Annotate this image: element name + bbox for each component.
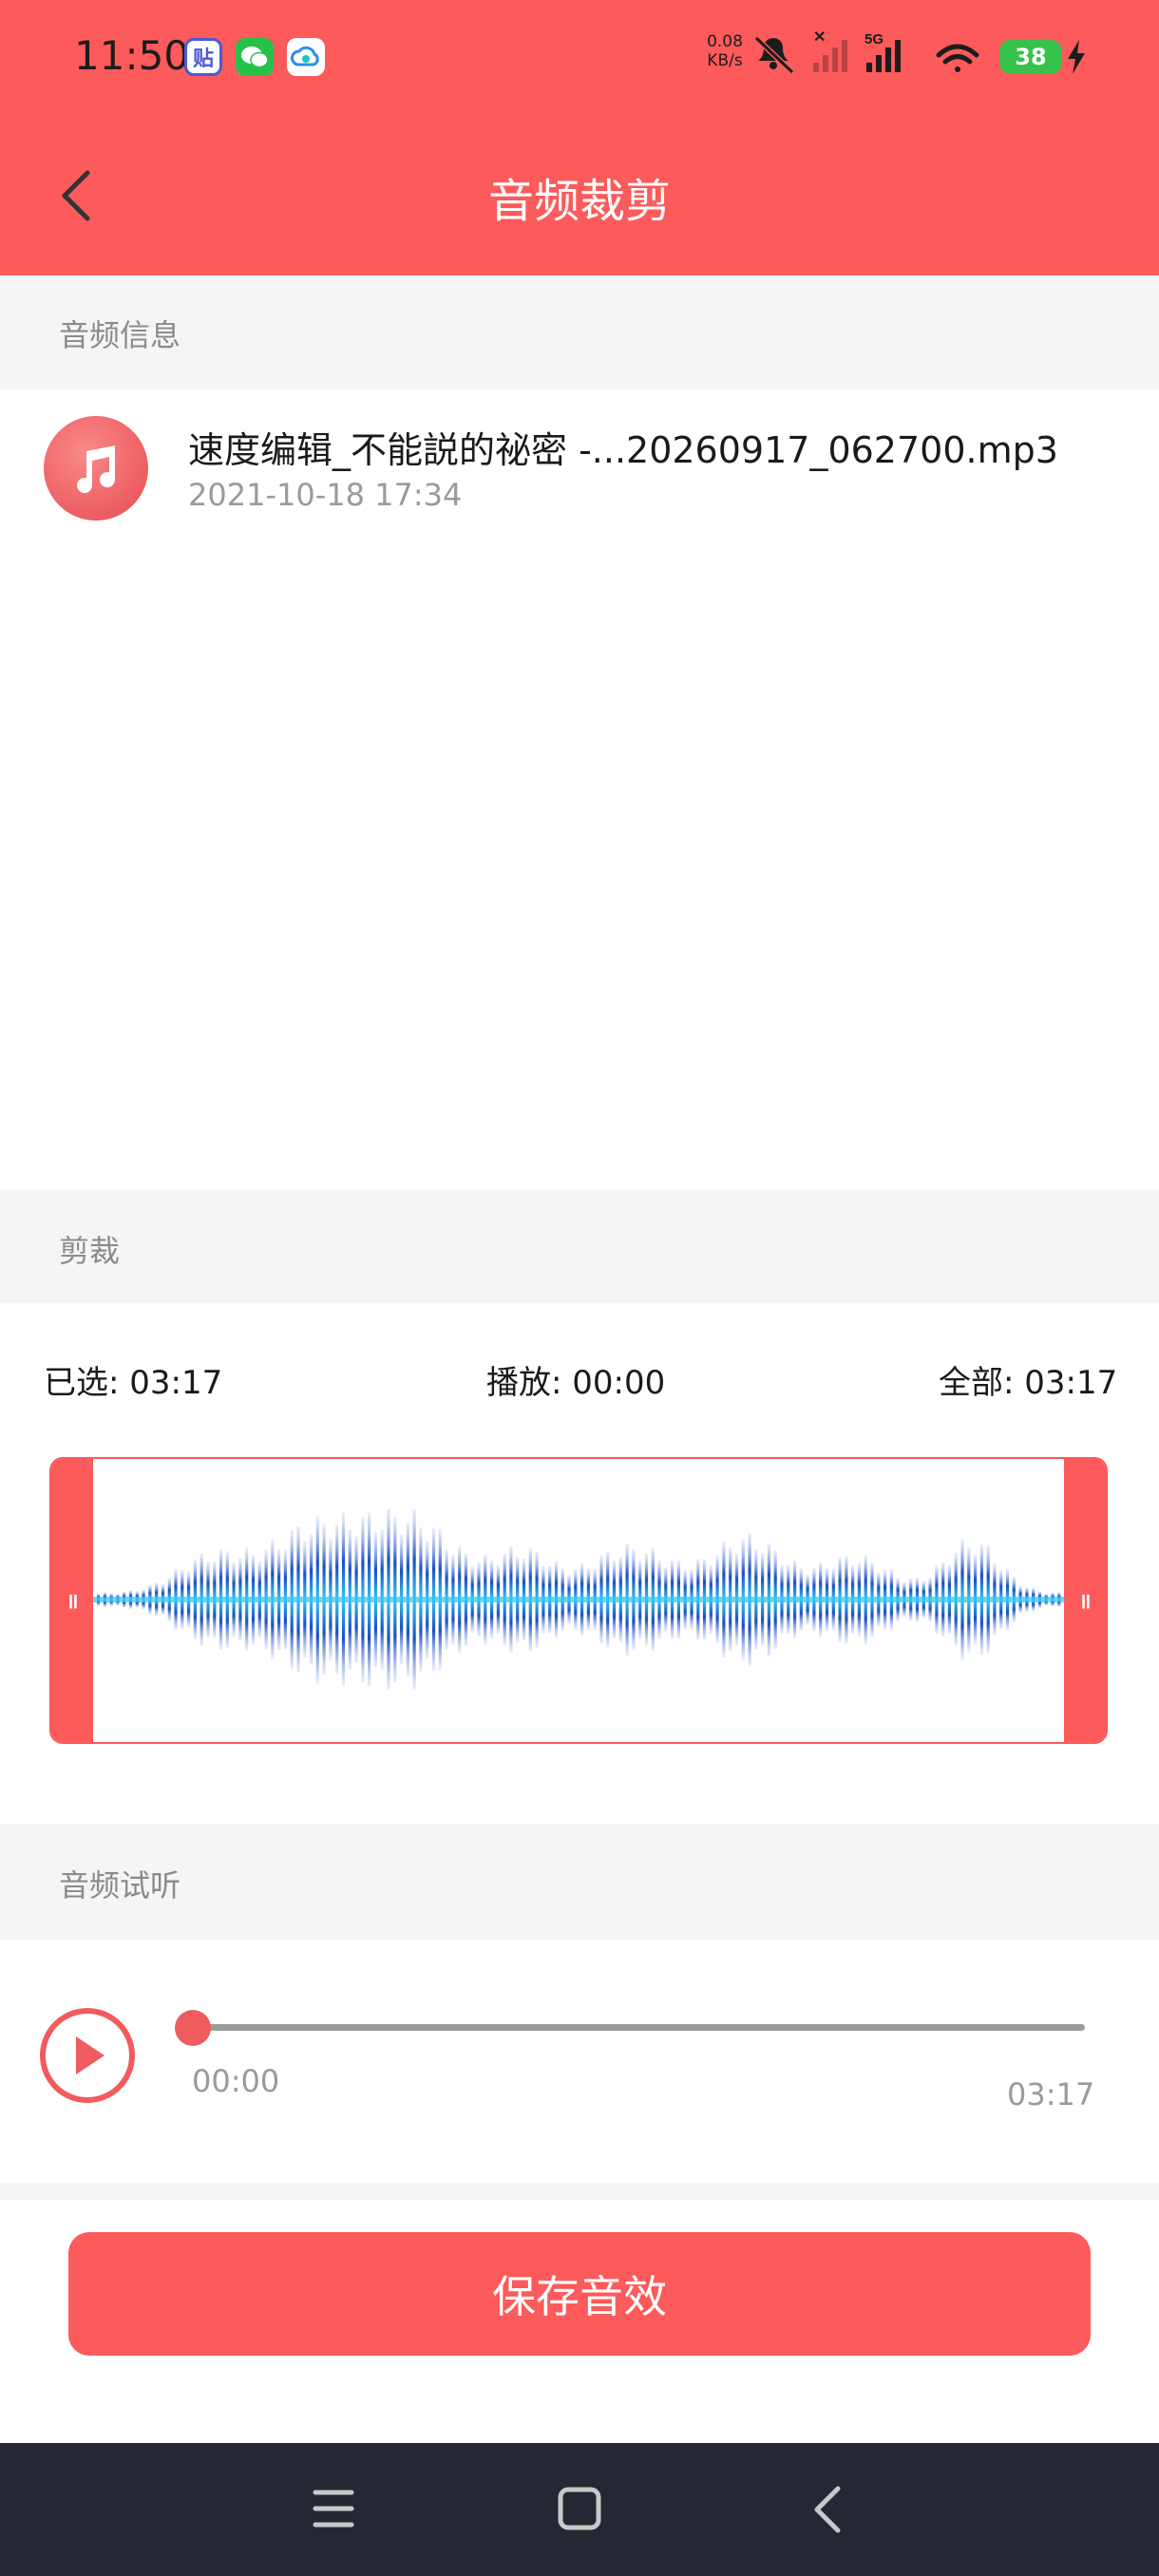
battery-level: 38 bbox=[1015, 44, 1047, 70]
section-label: 剪裁 bbox=[59, 1233, 121, 1269]
progress-knob[interactable] bbox=[175, 2010, 211, 2046]
signal-icons: ✕ 5G bbox=[753, 30, 979, 75]
svg-text:✕: ✕ bbox=[813, 30, 826, 46]
wifi-icon bbox=[936, 44, 979, 72]
signal-bars-empty-icon: ✕ bbox=[813, 30, 847, 72]
app-header: 11:50 贴 0.08 KB/s ✕ 5G 38 音频裁剪 bbox=[0, 0, 1159, 275]
status-time: 11:50 bbox=[74, 32, 190, 79]
selected-duration: 已选: 03:17 bbox=[44, 1364, 223, 1402]
section-label: 音频信息 bbox=[59, 317, 181, 353]
home-icon[interactable] bbox=[557, 2485, 602, 2532]
waveform-centerline bbox=[93, 1597, 1068, 1602]
handle-grip-right: ॥ bbox=[1078, 1590, 1092, 1614]
wechat-icon bbox=[236, 38, 274, 76]
nav-back-icon[interactable] bbox=[809, 2485, 847, 2534]
audio-trim-screen: 11:50 贴 0.08 KB/s ✕ 5G 38 音频裁剪 音频信息 速度编辑… bbox=[0, 0, 1159, 2576]
network-speed-unit: KB/s bbox=[707, 51, 743, 70]
section-header-crop: 剪裁 bbox=[0, 1189, 1159, 1303]
svg-text:5G: 5G bbox=[864, 31, 884, 47]
menu-icon[interactable] bbox=[312, 2485, 355, 2532]
battery-indicator: 38 bbox=[999, 40, 1062, 74]
section-label: 音频试听 bbox=[59, 1867, 181, 1904]
save-effect-button[interactable]: 保存音效 bbox=[68, 2232, 1091, 2356]
system-nav-bar bbox=[0, 2443, 1159, 2576]
tieba-icon: 贴 bbox=[184, 38, 222, 76]
section-header-preview: 音频试听 bbox=[0, 1824, 1159, 1940]
trim-handle-left[interactable]: ॥ bbox=[51, 1459, 93, 1742]
audio-file-date: 2021-10-18 17:34 bbox=[188, 477, 463, 513]
waveform bbox=[93, 1508, 1068, 1691]
waveform-trim-area[interactable]: ॥ ॥ bbox=[49, 1457, 1108, 1744]
network-speed: 0.08 KB/s bbox=[701, 32, 749, 70]
section-divider bbox=[0, 2183, 1159, 2200]
duration-time: 03:17 bbox=[1007, 2076, 1095, 2112]
mute-bell-icon bbox=[753, 35, 795, 75]
cloud-icon bbox=[287, 38, 325, 76]
page-title: 音频裁剪 bbox=[487, 175, 671, 228]
handle-grip-left: ॥ bbox=[66, 1590, 79, 1614]
signal-5g-icon: 5G bbox=[864, 31, 901, 72]
playback-position: 播放: 00:00 bbox=[486, 1364, 666, 1402]
current-time: 00:00 bbox=[192, 2063, 280, 2099]
network-speed-value: 0.08 bbox=[707, 32, 743, 51]
total-duration: 全部: 03:17 bbox=[939, 1364, 1118, 1402]
play-button[interactable] bbox=[40, 2008, 135, 2103]
play-icon bbox=[76, 2036, 104, 2074]
section-header-audio-info: 音频信息 bbox=[0, 275, 1159, 389]
audio-file-name: 速度编辑_不能説的祕密 -...20260917_062700.mp3 bbox=[188, 429, 1058, 471]
trim-handle-right[interactable]: ॥ bbox=[1064, 1459, 1106, 1742]
charging-icon bbox=[1068, 40, 1085, 74]
status-bar: 11:50 贴 0.08 KB/s ✕ 5G 38 bbox=[0, 0, 1159, 114]
music-note-icon bbox=[44, 416, 148, 521]
progress-track[interactable] bbox=[194, 2024, 1085, 2031]
